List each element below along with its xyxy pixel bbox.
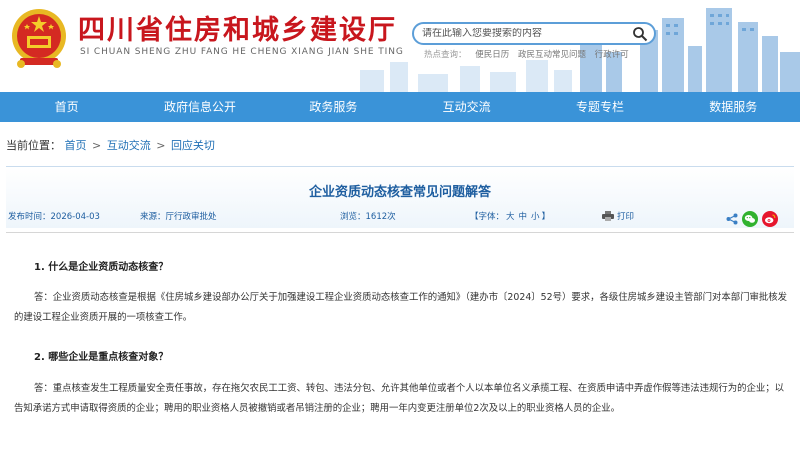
weibo-icon[interactable] [762,211,778,227]
breadcrumb: 当前位置： 首页 > 互动交流 > 回应关切 [6,137,215,153]
hot-link-faq[interactable]: 政民互动常见问题 [518,50,586,60]
main-nav: 首页 政府信息公开 政务服务 互动交流 专题专栏 数据服务 [0,92,800,122]
question-2: 2. 哪些企业是重点核查对象？ [34,352,169,363]
national-emblem-icon [12,9,66,68]
article-source: 来源：厅行政审批处 [140,212,217,222]
font-size-label: 【字体： [470,212,505,222]
font-size-medium[interactable]: 中 [519,212,528,222]
article-title: 企业资质动态核查常见问题解答 [308,185,491,200]
nav-interaction[interactable]: 互动交流 [400,92,533,122]
search-box [412,22,656,45]
publish-date: 发布时间：2026-04-03 [8,212,100,222]
search-icon[interactable] [632,26,648,42]
breadcrumb-interaction[interactable]: 互动交流 [107,139,151,152]
share-icon[interactable] [726,213,738,225]
city-skyline-decoration [360,8,800,92]
hot-search-label: 热点查询： [424,50,467,60]
font-size-large[interactable]: 大 [506,212,515,222]
content-divider [6,232,794,233]
print-label: 打印 [617,212,635,222]
print-button[interactable]: 打印 [602,210,634,222]
question-1: 1. 什么是企业资质动态核查？ [34,262,169,273]
nav-gov-services[interactable]: 政务服务 [267,92,400,122]
font-size-small[interactable]: 小 [531,212,540,222]
share-bar [726,211,778,227]
search-input[interactable] [422,28,622,39]
nav-gov-info[interactable]: 政府信息公开 [133,92,266,122]
wechat-icon[interactable] [742,211,758,227]
font-size-close: 】 [541,212,551,222]
article-meta: 发布时间：2026-04-03 来源：厅行政审批处 浏览：1612次 【字体：大… [6,208,794,224]
breadcrumb-home[interactable]: 首页 [65,139,87,152]
nav-home[interactable]: 首页 [0,92,133,122]
hot-link-permit[interactable]: 行政许可 [595,50,629,60]
nav-data-services[interactable]: 数据服务 [667,92,800,122]
breadcrumb-label: 当前位置： [6,139,61,152]
article-header: 企业资质动态核查常见问题解答 发布时间：2026-04-03 来源：厅行政审批处… [6,166,794,228]
view-count: 浏览：1612次 [340,212,396,222]
printer-icon [602,211,614,221]
answer-1: 答：企业资质动态核查是根据《住房城乡建设部办公厅关于加强建设工程企业资质动态核查… [14,292,787,323]
hot-link-calendar[interactable]: 便民日历 [475,50,509,60]
breadcrumb-response[interactable]: 回应关切 [171,139,215,152]
answer-2: 答：重点核查发生工程质量安全责任事故，存在拖欠农民工工资、转包、违法分包、允许其… [14,383,785,414]
nav-topics[interactable]: 专题专栏 [533,92,666,122]
site-header: 四川省住房和城乡建设厅 SI CHUAN SHENG ZHU FANG HE C… [0,0,800,92]
breadcrumb-separator: > [156,139,166,152]
breadcrumb-separator: > [92,139,102,152]
font-size-control: 【字体：大中小】 [470,210,550,222]
hot-search-links: 热点查询： 便民日历 政民互动常见问题 行政许可 [424,48,635,60]
